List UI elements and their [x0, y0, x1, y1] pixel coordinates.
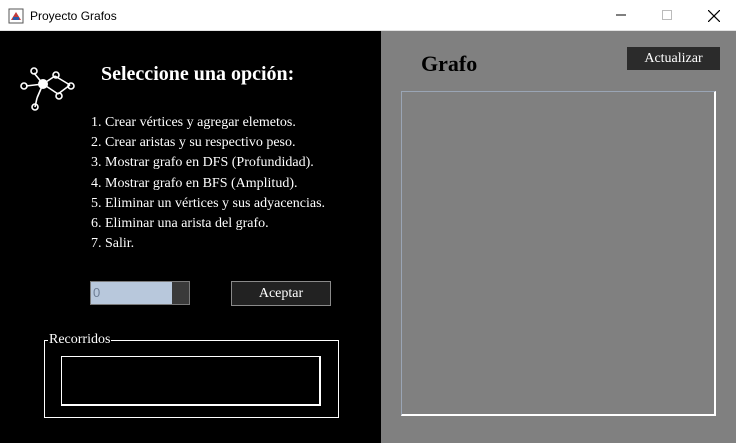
- option-item: 6. Eliminar una arista del grafo.: [91, 216, 269, 232]
- close-icon: [708, 10, 720, 22]
- option-input-value: 0: [93, 285, 101, 300]
- recorridos-group: Recorridos: [44, 332, 339, 418]
- recorridos-label: Recorridos: [48, 332, 112, 348]
- option-input-field[interactable]: [91, 282, 172, 304]
- graph-title: Grafo: [421, 51, 478, 76]
- option-item: 3. Mostrar grafo en DFS (Profundidad).: [91, 155, 314, 171]
- option-item: 7. Salir.: [91, 236, 135, 252]
- minimize-button[interactable]: [598, 0, 644, 31]
- maximize-button[interactable]: [644, 0, 690, 31]
- menu-heading: Seleccione una opción:: [101, 63, 295, 85]
- option-item: 1. Crear vértices y agregar elemetos.: [91, 115, 296, 130]
- graph-panel: Grafo Actualizar: [381, 31, 736, 443]
- update-button[interactable]: Actualizar: [627, 47, 720, 70]
- option-input[interactable]: 0: [90, 281, 190, 305]
- option-item: 5. Eliminar un vértices y sus adyacencia…: [91, 195, 326, 211]
- minimize-icon: [616, 14, 626, 16]
- title-bar: Proyecto Grafos: [0, 0, 736, 31]
- accept-button[interactable]: Aceptar: [231, 281, 331, 306]
- menu-panel: Seleccione una opción: 1. Crear vértices…: [0, 31, 381, 443]
- option-item: 2. Crear aristas y su respectivo peso.: [91, 135, 296, 151]
- graph-canvas[interactable]: [401, 91, 716, 416]
- option-item: 4. Mostrar grafo en BFS (Amplitud).: [91, 175, 298, 191]
- window-title: Proyecto Grafos: [30, 9, 117, 23]
- java-app-icon: [8, 8, 24, 24]
- maximize-icon: [662, 10, 672, 20]
- recorridos-output[interactable]: [61, 356, 321, 406]
- graph-network-icon: [20, 67, 75, 111]
- close-button[interactable]: [690, 0, 736, 31]
- options-list: 1. Crear vértices y agregar elemetos. 2.…: [91, 113, 325, 254]
